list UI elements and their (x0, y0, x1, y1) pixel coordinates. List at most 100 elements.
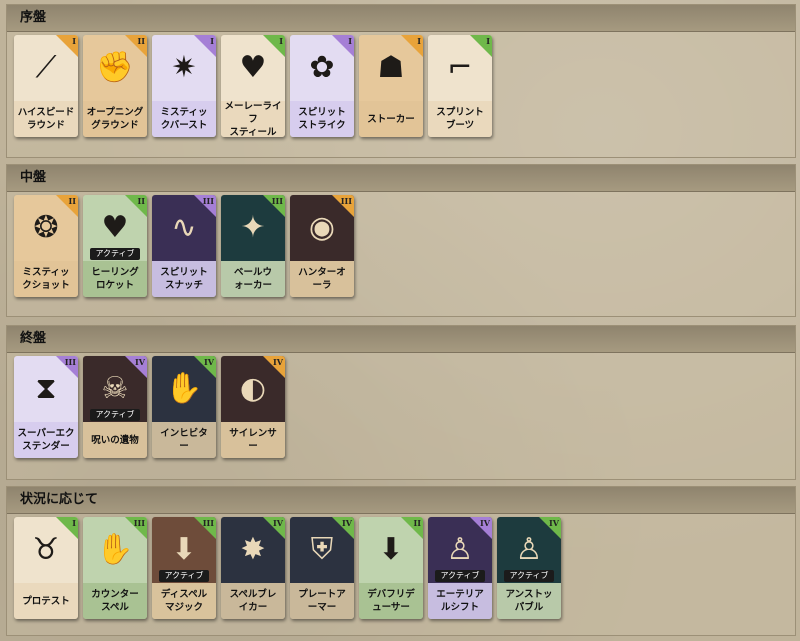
item-label: スーパーエク ステンダー (14, 422, 78, 458)
item-glyph-icon: ♉ (32, 532, 60, 567)
item-glyph-icon: ✷ (171, 50, 197, 85)
item-glyph-icon: ⬇ (378, 532, 404, 567)
item-card[interactable]: ☗ I ストーカー (359, 35, 423, 137)
item-glyph-icon: ◐ (239, 371, 267, 406)
section-title: 状況に応じて (7, 487, 795, 514)
item-name: ストーカー (367, 113, 415, 125)
item-card[interactable]: ⬇ III アクティブディスペル マジック (152, 517, 216, 619)
item-glyph-icon: ♥ (239, 50, 267, 85)
tier-badge: III (340, 196, 352, 206)
item-name: ミスティッ クバースト (160, 107, 208, 131)
item-glyph-icon: ⬇ (171, 532, 197, 567)
tier-badge: II (137, 36, 145, 46)
item-name: デバフリデ ューサー (367, 589, 415, 613)
section-2: 終盤 ⧗ III スーパーエク ステンダー ☠ IV アクティブ 呪いの遺物 ✋ IV インヒビタ … (6, 325, 796, 480)
item-label: インヒビタ ー (152, 422, 216, 458)
item-name: 呪いの遺物 (91, 434, 139, 446)
item-card[interactable]: ✦ III ベールウ ォーカー (221, 195, 285, 297)
item-label: ハンターオ ーラ (290, 261, 354, 297)
section-1: 中盤 ❂ II ミスティッ クショット ♥ II アクティブ ヒーリング ロケット ∿ III スピ… (6, 164, 796, 317)
item-card[interactable]: ⛨ IV プレートア ーマー (290, 517, 354, 619)
tier-badge: IV (135, 357, 145, 367)
item-glyph-icon: ☗ (377, 50, 405, 85)
item-card[interactable]: ❂ II ミスティッ クショット (14, 195, 78, 297)
tier-badge: I (72, 518, 76, 528)
item-name: スペルブレ イカー (229, 589, 277, 613)
item-card[interactable]: ✷ I ミスティッ クバースト (152, 35, 216, 137)
tier-badge: III (202, 196, 214, 206)
tier-badge: IV (273, 357, 283, 367)
tier-badge: I (210, 36, 214, 46)
item-card[interactable]: ✸ IV スペルブレ イカー (221, 517, 285, 619)
item-name: サイレンサ ー (229, 428, 277, 452)
item-name: ディスペル マジック (160, 589, 208, 613)
tier-badge: IV (204, 357, 214, 367)
item-label: スピリット ストライク (290, 101, 354, 137)
item-name: ベールウ ォーカー (233, 267, 272, 291)
tier-badge: IV (273, 518, 283, 528)
item-label: ディスペル マジック (152, 583, 216, 619)
item-label: ヒーリング ロケット (83, 261, 147, 297)
item-name: スーパーエク ステンダー (17, 428, 75, 452)
item-label: ストーカー (359, 101, 423, 137)
tier-badge: III (202, 518, 214, 528)
item-label: スプリント ブーツ (428, 101, 492, 137)
item-card[interactable]: ⧗ III スーパーエク ステンダー (14, 356, 78, 458)
item-card[interactable]: ♉ I プロテスト (14, 517, 78, 619)
tier-badge: I (486, 36, 490, 46)
item-glyph-icon: ☠ (101, 371, 129, 406)
item-label: スピリット スナッチ (152, 261, 216, 297)
item-glyph-icon: ⌐ (447, 50, 473, 85)
active-tag: アクティブ (159, 570, 209, 582)
item-glyph-icon: ⟋ (35, 50, 57, 85)
item-name: ミスティッ クショット (22, 267, 70, 291)
item-card[interactable]: ✋ III カウンター スペル (83, 517, 147, 619)
item-label: ハイスピード ラウンド (14, 101, 78, 137)
item-card[interactable]: ◉ III ハンターオ ーラ (290, 195, 354, 297)
item-name: ハンターオ ーラ (298, 267, 346, 291)
item-card[interactable]: ⟋ I ハイスピード ラウンド (14, 35, 78, 137)
item-card[interactable]: ♙ IV アクティブ エーテリア ルシフト (428, 517, 492, 619)
item-label: スペルブレ イカー (221, 583, 285, 619)
item-label: サイレンサ ー (221, 422, 285, 458)
section-0: 序盤 ⟋ I ハイスピード ラウンド ✊ II オープニング グラウンド ✷ I ミスティッ クバ… (6, 4, 796, 158)
item-card[interactable]: ⌐ I スプリント ブーツ (428, 35, 492, 137)
item-card[interactable]: ◐ IV サイレンサ ー (221, 356, 285, 458)
item-name: プロテスト (22, 595, 70, 607)
item-glyph-icon: ∿ (171, 210, 197, 245)
item-name: カウンター スペル (91, 589, 139, 613)
item-label: エーテリア ルシフト (428, 583, 492, 619)
item-label: デバフリデ ューサー (359, 583, 423, 619)
tier-badge: IV (480, 518, 490, 528)
section-title: 序盤 (7, 5, 795, 32)
active-tag: アクティブ (90, 409, 140, 421)
item-name: オープニング グラウンド (86, 107, 144, 131)
item-label: カウンター スペル (83, 583, 147, 619)
section-title: 終盤 (7, 326, 795, 353)
item-card[interactable]: ♥ I メーレーライフ スティール (221, 35, 285, 137)
item-card[interactable]: ⬇ II デバフリデ ューサー (359, 517, 423, 619)
item-glyph-icon: ⧗ (35, 371, 57, 406)
item-label: オープニング グラウンド (83, 101, 147, 137)
item-card[interactable]: ✋ IV インヒビタ ー (152, 356, 216, 458)
tier-badge: IV (342, 518, 352, 528)
item-glyph-icon: ✊ (96, 50, 134, 85)
item-card[interactable]: ♥ II アクティブ ヒーリング ロケット (83, 195, 147, 297)
item-name: ハイスピード ラウンド (17, 107, 75, 131)
item-name: エーテリア ルシフト (436, 589, 484, 613)
item-label: プレートア ーマー (290, 583, 354, 619)
item-glyph-icon: ◉ (308, 210, 336, 245)
item-label: ミスティッ クショット (14, 261, 78, 297)
item-card[interactable]: ✿ I スピリット ストライク (290, 35, 354, 137)
item-card[interactable]: ∿ III スピリット スナッチ (152, 195, 216, 297)
item-label: アンストッ パブル (497, 583, 561, 619)
item-glyph-icon: ♙ (446, 532, 474, 567)
item-card[interactable]: ♙ IV アクティブ アンストッ パブル (497, 517, 561, 619)
item-label: メーレーライフ スティール (221, 101, 285, 137)
item-name: ヒーリング ロケット (91, 267, 139, 291)
active-tag: アクティブ (504, 570, 554, 582)
tier-badge: I (348, 36, 352, 46)
item-card[interactable]: ✊ II オープニング グラウンド (83, 35, 147, 137)
item-card[interactable]: ☠ IV アクティブ呪いの遺物 (83, 356, 147, 458)
tier-badge: II (68, 196, 76, 206)
